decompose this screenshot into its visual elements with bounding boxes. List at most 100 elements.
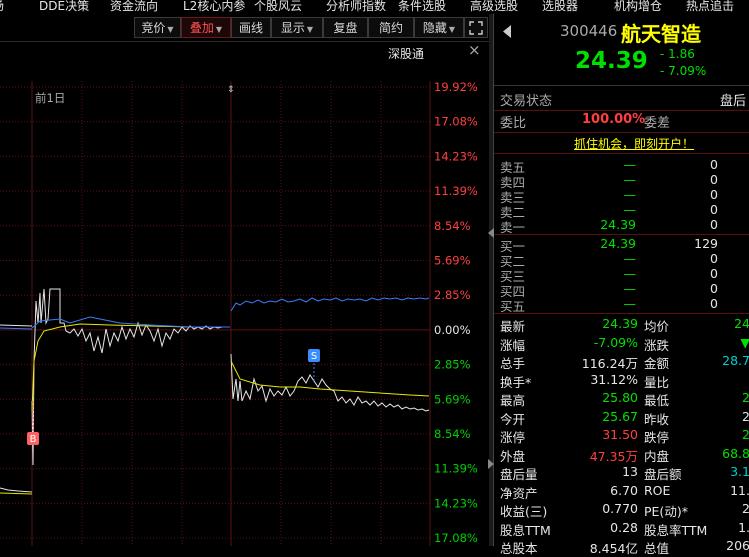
dropdown-arrow-icon: ▼: [448, 25, 456, 34]
menu-item[interactable]: 分析师指数: [326, 0, 386, 13]
stat-label: 外盘: [500, 448, 526, 464]
stat-value: 25.80: [602, 390, 638, 405]
stat-value: 1.: [738, 519, 749, 535]
stat-value: 2: [742, 501, 749, 516]
trade-status-value: 盘后: [720, 94, 747, 109]
wei-cha-label: 委差: [644, 116, 671, 131]
day-label: 前1日: [35, 91, 65, 105]
book-price: —: [623, 202, 637, 217]
menu-item[interactable]: 高级选股: [470, 0, 518, 13]
auction-button[interactable]: 竞价 ▼: [134, 17, 181, 38]
book-price: —: [623, 172, 637, 187]
stat-value: 31.50: [602, 427, 638, 442]
draw-line-button[interactable]: 画线: [231, 17, 271, 38]
stat-label: 内盘: [644, 448, 670, 464]
back-arrow-icon[interactable]: [503, 25, 512, 38]
stat-label: 最低: [644, 393, 670, 408]
replay-button[interactable]: 复盘: [323, 17, 368, 38]
blue-line: [0, 327, 33, 330]
menu-item[interactable]: 条件选股: [398, 0, 446, 13]
wei-bi-value: 100.00%: [582, 112, 646, 127]
book-price: —: [623, 296, 637, 311]
market-label: 深股通: [388, 47, 425, 61]
blue-line: [230, 297, 430, 312]
stat-label: 涨跌: [644, 337, 670, 353]
collapse-right-icon[interactable]: [488, 459, 494, 469]
pct-tick-label: 19.92%: [434, 80, 478, 94]
menu-item[interactable]: 个股风云: [254, 0, 302, 13]
buy-marker-label: B: [30, 434, 37, 445]
stat-value: 47.35万: [589, 448, 638, 464]
stat-label: 跌停: [644, 430, 670, 445]
pct-tick-label: 17.08%: [434, 115, 478, 129]
stat-value: 2: [742, 390, 749, 405]
collapse-left-icon[interactable]: [488, 228, 494, 238]
menu-item[interactable]: 热点追击: [686, 0, 734, 13]
stat-value: 68.8: [722, 445, 749, 461]
price-change-pct: - 7.09%: [660, 64, 707, 78]
pct-tick-label: 14.23%: [434, 496, 478, 510]
pct-tick-label: 17.08%: [434, 531, 478, 545]
quote-panel: 300446 航天智造 24.39 - 1.86 - 7.09% 交易状态 盘后…: [493, 14, 749, 556]
wei-bi-label: 委比: [500, 116, 527, 131]
price-line: [0, 324, 33, 327]
price-line: [230, 353, 430, 412]
pct-tick-label: 0.00%: [434, 323, 471, 337]
pct-tick-label: 5.69%: [434, 392, 471, 406]
avg-price-line: [31, 323, 230, 412]
menu-item[interactable]: 资金流向: [110, 0, 158, 13]
stat-value: 11.: [730, 482, 749, 498]
stat-value: 25.67: [602, 408, 638, 424]
open-account-link[interactable]: 抓住机会，即刻开户！: [574, 135, 694, 152]
price-line: [31, 288, 230, 466]
stat-value: ▼: [740, 334, 749, 350]
intraday-chart-svg: 19.92% 17.08% 14.23% 11.39% 8.54% 5.69% 2.85% 0…: [0, 80, 478, 546]
pct-tick-label: 2.85%: [434, 358, 471, 372]
intraday-chart[interactable]: 19.92% 17.08% 14.23% 11.39% 8.54% 5.69% 2.85% 0…: [0, 61, 490, 546]
menu-item[interactable]: 机构增仓: [614, 0, 662, 13]
stat-value: 8.454亿: [589, 541, 638, 556]
stat-label: ROE: [644, 482, 671, 498]
book-price: 24.39: [600, 236, 636, 251]
menu-item[interactable]: DDE决策: [39, 0, 89, 13]
book-volume: 0: [710, 266, 718, 281]
menu-item[interactable]: 选股器: [542, 0, 578, 13]
prev-avg-line: [0, 492, 33, 495]
book-volume: 129: [694, 236, 718, 251]
sell-marker-label: S: [311, 351, 317, 362]
book-volume: 0: [710, 202, 718, 217]
close-icon[interactable]: ×: [468, 41, 481, 59]
stat-label: 最高: [500, 393, 526, 408]
stat-label: 总值: [644, 541, 670, 556]
book-volume: 0: [710, 217, 718, 232]
stat-label: 今开: [500, 411, 526, 427]
stat-label: 量比: [644, 374, 670, 390]
expand-icon[interactable]: [464, 17, 488, 38]
book-volume: 0: [710, 172, 718, 187]
hide-button[interactable]: 隐藏 ▼: [414, 17, 464, 38]
top-menu-bar: 场 DDE决策 资金流向 L2核心内参个股风云 分析师指数条件选股 高级选股 选股器 机构增仓…: [0, 0, 749, 13]
stat-label: 盘后量: [500, 467, 538, 482]
stat-value: 24.39: [602, 316, 638, 331]
pct-tick-label: 8.54%: [434, 427, 471, 441]
book-price: —: [623, 266, 637, 281]
display-button[interactable]: 显示 ▼: [271, 17, 323, 38]
stat-value: 0.770: [602, 501, 638, 516]
pct-tick-label: 11.39%: [434, 184, 478, 198]
stat-label: 均价: [644, 319, 670, 334]
stat-value: 28.7: [722, 353, 749, 368]
menu-item[interactable]: 场: [0, 0, 4, 13]
stat-value: 3.1: [730, 464, 749, 479]
simple-button[interactable]: 简约: [368, 17, 414, 38]
stat-label: 股息TTM: [500, 522, 551, 538]
chart-header: × 深股通: [0, 41, 490, 62]
stat-label: 盘后额: [644, 467, 682, 482]
overlay-button[interactable]: 叠加 ▼: [181, 17, 231, 38]
book-price: 24.39: [600, 217, 636, 232]
stat-label: 总手: [500, 356, 526, 371]
stat-label: 涨幅: [500, 337, 526, 353]
pct-tick-label: 14.23%: [434, 149, 478, 163]
stat-value: 116.24万: [581, 356, 638, 371]
dropdown-arrow-icon: ▼: [215, 25, 223, 34]
menu-item[interactable]: L2核心内参: [183, 0, 245, 13]
